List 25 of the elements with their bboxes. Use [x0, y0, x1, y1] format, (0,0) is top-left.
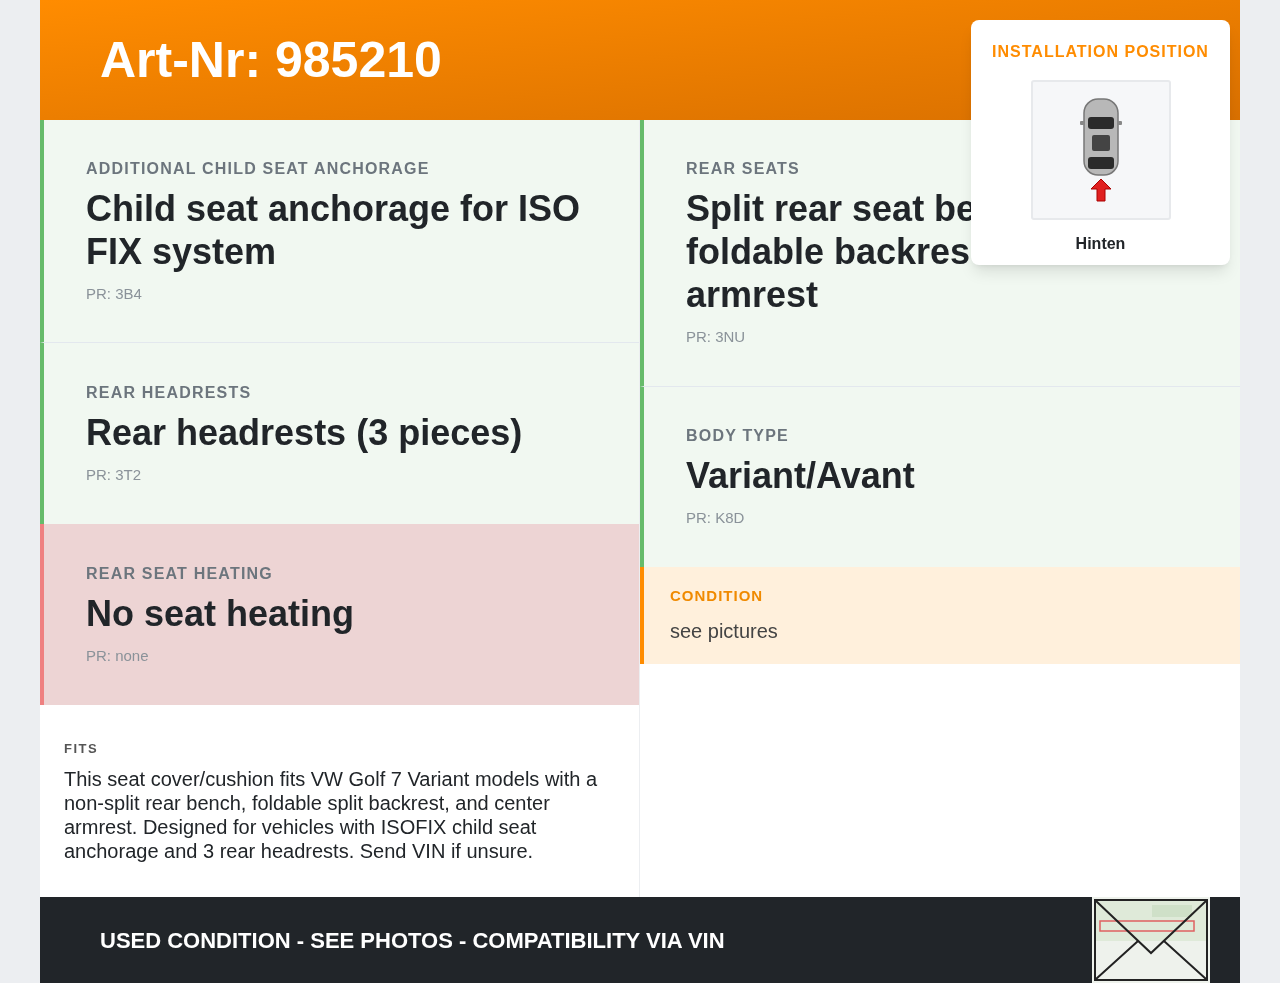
feature-title-line: FIX system: [86, 229, 277, 273]
pr-code: PR: K8D: [686, 508, 746, 529]
feature-label: REAR SEAT HEATING: [86, 563, 274, 584]
installation-position-title: INSTALLATION POSITION: [992, 42, 1209, 62]
feature-label: REAR SEATS: [686, 159, 801, 180]
position-text: Hinten: [1075, 234, 1126, 254]
feature-label: ADDITIONAL CHILD SEAT ANCHORAGE: [86, 158, 431, 179]
fits-label: FITS: [64, 740, 100, 759]
feature-title-line: armrest: [686, 273, 819, 317]
feature-title-line: No seat heating: [86, 591, 355, 635]
feature-title-line: Rear headrests (3 pieces): [86, 410, 523, 454]
article-number: Art-Nr: 985210: [100, 30, 442, 90]
pr-code: PR: none: [86, 645, 150, 666]
condition-value: see pictures: [670, 618, 779, 644]
feature-title-line: Child seat anchorage for ISO: [86, 186, 581, 230]
footer-text: USED CONDITION - SEE PHOTOS - COMPATIBILITY VIA VIN: [100, 926, 725, 955]
fits-description: This seat cover/cushion fits VW Golf 7 Variant models with a non-split rear bench, foldable split backrest, and center armrest. Designed for vehicles with ISOFIX child seat anchorage and 3 rear headrests. Send VIN if unsure.: [64, 766, 599, 863]
pr-code: PR: 3T2: [86, 464, 143, 485]
feature-title-line: Variant/Avant: [686, 454, 915, 498]
feature-label: REAR HEADRESTS: [86, 382, 253, 403]
feature-label: BODY TYPE: [686, 426, 790, 447]
pr-code: PR: 3B4: [86, 283, 143, 304]
condition-label: CONDITION: [670, 586, 765, 607]
pr-code: PR: 3NU: [686, 327, 747, 348]
feature-title-line: foldable backres: [686, 230, 971, 274]
